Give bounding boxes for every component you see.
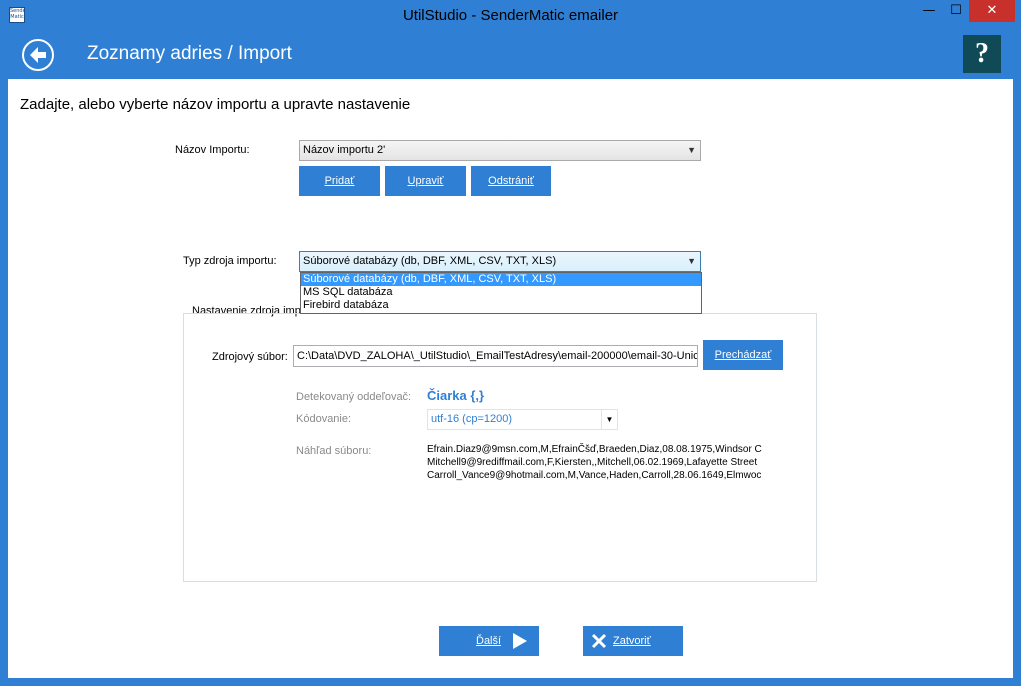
close-icon: [591, 633, 607, 649]
close-button[interactable]: Zatvoriť: [583, 626, 683, 656]
dropdown-option-mssql[interactable]: MS SQL databáza: [301, 286, 701, 299]
file-preview: Efrain.Diaz9@9msn.com,M,EfrainČšď,Braede…: [427, 443, 780, 483]
window-title: UtilStudio - SenderMatic emailer: [402, 7, 619, 24]
separator-value: Čiarka {,}: [427, 388, 485, 403]
preview-line: Mitchell9@9rediffmail.com,F,Kiersten,,Mi…: [427, 457, 758, 468]
encoding-select[interactable]: utf-16 (cp=1200) ▼: [427, 409, 618, 430]
source-file-label: Zdrojový súbor:: [212, 351, 288, 363]
instruction-text: Zadajte, alebo vyberte názov importu a u…: [20, 96, 411, 113]
source-type-select[interactable]: Súborové databázy (db, DBF, XML, CSV, TX…: [299, 251, 701, 272]
browse-button[interactable]: Prechádzať: [703, 340, 783, 370]
title-bar: Sender Matic UtilStudio - SenderMatic em…: [0, 0, 1021, 31]
edit-button[interactable]: Upraviť: [385, 166, 466, 196]
close-button-label: Zatvoriť: [613, 635, 651, 647]
close-window-button[interactable]: ✕: [969, 0, 1015, 22]
application-window: Sender Matic UtilStudio - SenderMatic em…: [0, 0, 1021, 686]
add-button[interactable]: Pridať: [299, 166, 380, 196]
encoding-value: utf-16 (cp=1200): [431, 413, 513, 425]
preview-line: Efrain.Diaz9@9msn.com,M,EfrainČšď,Braede…: [427, 444, 762, 455]
source-file-input[interactable]: C:\Data\DVD_ZALOHA\_UtilStudio\_EmailTes…: [293, 345, 698, 367]
source-type-label: Typ zdroja importu:: [183, 255, 277, 267]
chevron-down-icon: ▼: [601, 410, 617, 429]
preview-line: Carroll_Vance9@9hotmail.com,M,Vance,Hade…: [427, 470, 762, 481]
page-title: Zoznamy adries / Import: [87, 43, 292, 64]
help-button[interactable]: ?: [963, 35, 1001, 73]
maximize-button[interactable]: ☐: [943, 0, 969, 22]
main-content: Zadajte, alebo vyberte názov importu a u…: [8, 79, 1013, 678]
remove-button[interactable]: Odstrániť: [471, 166, 551, 196]
dropdown-option-firebird[interactable]: Firebird databáza: [301, 299, 701, 312]
encoding-label: Kódovanie:: [296, 413, 352, 425]
preview-label: Náhľad súboru:: [296, 445, 372, 457]
play-arrow-icon: [513, 633, 527, 649]
import-name-label: Názov Importu:: [175, 144, 250, 156]
next-button-label: Ďalší: [476, 635, 502, 647]
next-button[interactable]: Ďalší: [439, 626, 539, 656]
minimize-button[interactable]: —: [915, 0, 943, 22]
chevron-down-icon: ▼: [687, 256, 696, 266]
import-name-value: Názov importu 2': [303, 144, 386, 156]
arrow-left-icon: [30, 47, 46, 63]
dropdown-option-file-databases[interactable]: Súborové databázy (db, DBF, XML, CSV, TX…: [301, 273, 701, 286]
separator-label: Detekovaný oddeľovač:: [296, 391, 412, 403]
page-header: Zoznamy adries / Import ?: [8, 31, 1013, 79]
source-type-value: Súborové databázy (db, DBF, XML, CSV, TX…: [303, 255, 557, 267]
source-type-dropdown-list: Súborové databázy (db, DBF, XML, CSV, TX…: [300, 272, 702, 314]
chevron-down-icon: ▼: [687, 145, 696, 155]
back-button[interactable]: [22, 39, 54, 71]
import-name-select[interactable]: Názov importu 2' ▼: [299, 140, 701, 161]
